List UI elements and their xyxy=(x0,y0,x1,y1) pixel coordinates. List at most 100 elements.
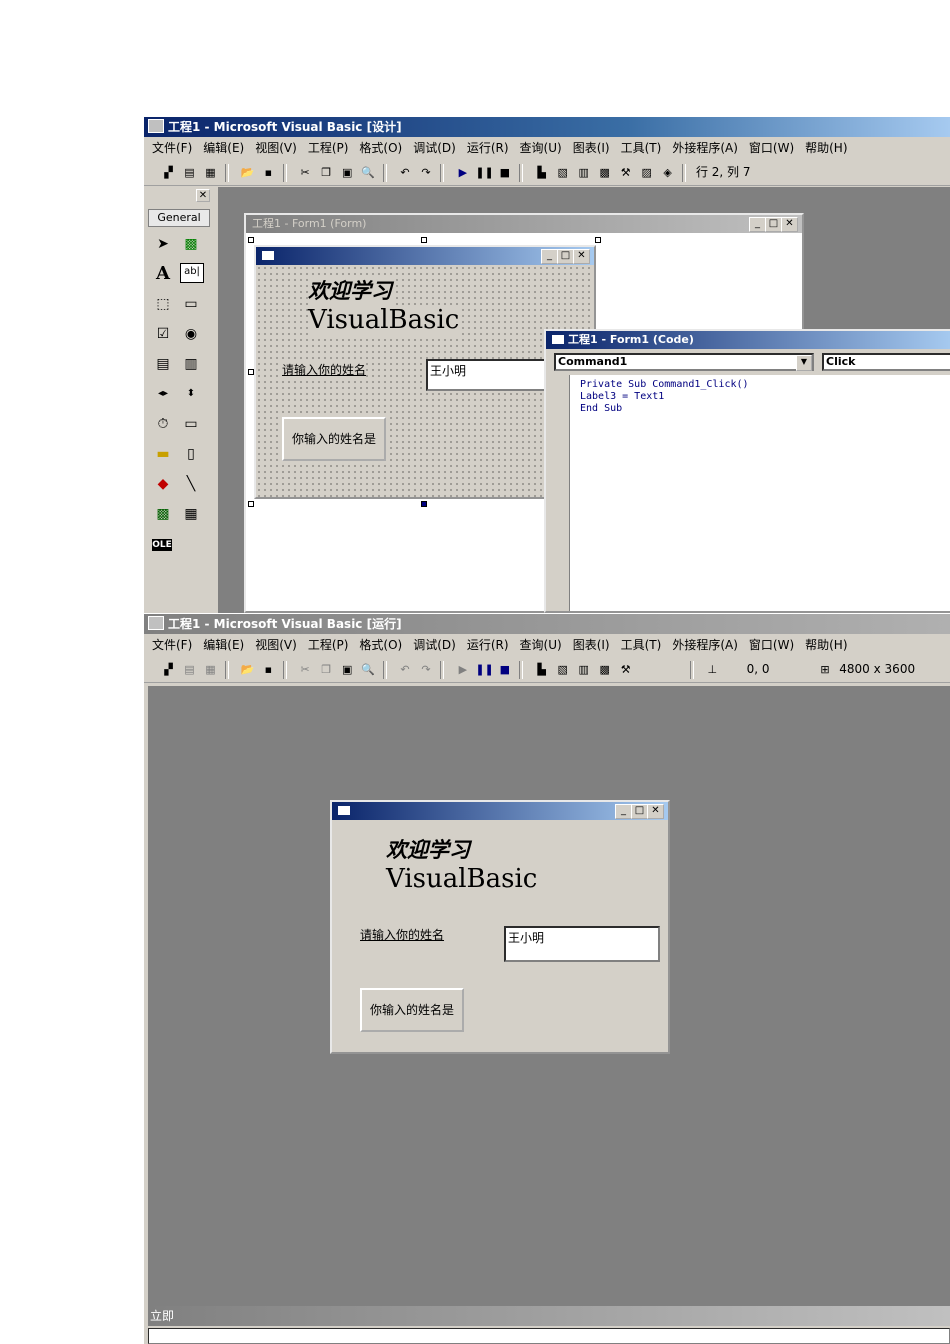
menu-tools[interactable]: 工具(T) xyxy=(621,141,662,155)
menu-format[interactable]: 格式(O) xyxy=(359,638,402,652)
object-browser-icon[interactable]: ▩ xyxy=(596,662,613,678)
menu-format[interactable]: 格式(O) xyxy=(359,141,402,155)
add-form-icon[interactable]: ▤ xyxy=(181,165,198,181)
open-icon[interactable]: 📂 xyxy=(239,165,256,181)
visual-component-icon[interactable]: ◈ xyxy=(659,165,676,181)
combobox-icon[interactable]: ▤ xyxy=(152,353,174,375)
menu-diagram[interactable]: 图表(I) xyxy=(573,638,610,652)
maximize-icon[interactable]: □ xyxy=(557,249,574,264)
toolbox-icon[interactable]: ⚒ xyxy=(617,662,634,678)
listbox-icon[interactable]: ▥ xyxy=(180,353,202,375)
code-window-caption[interactable]: 工程1 - Form1 (Code) xyxy=(546,331,950,349)
maximize-icon[interactable]: □ xyxy=(631,804,648,819)
code-editor[interactable]: Private Sub Command1_Click() Label3 = Te… xyxy=(570,375,950,611)
menu-editor-icon[interactable]: ▦ xyxy=(202,662,219,678)
dirlistbox-icon[interactable]: ▬ xyxy=(152,443,174,465)
vscrollbar-icon[interactable]: ⬍ xyxy=(180,383,202,405)
design-title-bar[interactable]: 工程1 - Microsoft Visual Basic [设计] xyxy=(144,117,950,137)
open-icon[interactable]: 📂 xyxy=(239,662,256,678)
menu-project[interactable]: 工程(P) xyxy=(308,141,349,155)
break-icon[interactable]: ❚❚ xyxy=(475,662,493,678)
toolbox-close-icon[interactable]: ✕ xyxy=(196,189,210,202)
resize-handle[interactable] xyxy=(421,237,427,243)
menu-run[interactable]: 运行(R) xyxy=(467,141,509,155)
maximize-icon[interactable]: □ xyxy=(765,217,782,232)
procedure-combo[interactable]: Click xyxy=(822,353,950,371)
resize-handle[interactable] xyxy=(248,237,254,243)
menu-query[interactable]: 查询(U) xyxy=(520,141,562,155)
line-icon[interactable]: ╲ xyxy=(180,473,202,495)
toolbox-tab-general[interactable]: General xyxy=(148,209,210,227)
minimize-icon[interactable]: _ xyxy=(541,249,558,264)
timer-icon[interactable]: ⏱ xyxy=(152,413,174,435)
object-combo[interactable]: Command1 ▼ xyxy=(554,353,814,371)
redo-icon[interactable]: ↷ xyxy=(417,165,434,181)
show-name-button[interactable]: 你输入的姓名是 xyxy=(282,417,386,461)
form-layout-icon[interactable]: ▥ xyxy=(575,165,592,181)
paste-icon[interactable]: ▣ xyxy=(339,165,356,181)
menu-query[interactable]: 查询(U) xyxy=(520,638,562,652)
menu-addins[interactable]: 外接程序(A) xyxy=(672,638,738,652)
picturebox-icon[interactable]: ▩ xyxy=(180,233,202,255)
start-icon[interactable]: ▶ xyxy=(454,662,471,678)
minimize-icon[interactable]: _ xyxy=(615,804,632,819)
menu-window[interactable]: 窗口(W) xyxy=(749,638,794,652)
textbox-icon[interactable]: ab| xyxy=(180,263,204,283)
menu-run[interactable]: 运行(R) xyxy=(467,638,509,652)
shape-icon[interactable]: ◆ xyxy=(152,473,174,495)
ole-icon[interactable]: OLE xyxy=(152,539,172,551)
menu-edit[interactable]: 编辑(E) xyxy=(203,141,244,155)
frame-icon[interactable]: ⬚ xyxy=(152,293,174,315)
menu-file[interactable]: 文件(F) xyxy=(152,141,192,155)
show-name-button[interactable]: 你输入的姓名是 xyxy=(360,988,464,1032)
prompt-label[interactable]: 请输入你的姓名 xyxy=(282,361,367,378)
add-project-icon[interactable]: ▞ xyxy=(160,165,177,181)
name-textbox[interactable]: 王小明 xyxy=(504,926,660,962)
menu-project[interactable]: 工程(P) xyxy=(308,638,349,652)
immediate-window-bar[interactable]: 立即 xyxy=(148,1306,950,1326)
close-icon[interactable]: ✕ xyxy=(573,249,590,264)
toolbox-icon[interactable]: ⚒ xyxy=(617,165,634,181)
paste-icon[interactable]: ▣ xyxy=(339,662,356,678)
menu-diagram[interactable]: 图表(I) xyxy=(573,141,610,155)
save-icon[interactable]: ▪ xyxy=(260,662,277,678)
menu-tools[interactable]: 工具(T) xyxy=(621,638,662,652)
find-icon[interactable]: 🔍 xyxy=(360,662,377,678)
undo-icon[interactable]: ↶ xyxy=(396,165,413,181)
start-icon[interactable]: ▶ xyxy=(454,165,471,181)
drivelistbox-icon[interactable]: ▭ xyxy=(180,413,202,435)
data-view-icon[interactable]: ▨ xyxy=(638,165,655,181)
project-explorer-icon[interactable]: ▙ xyxy=(533,165,550,181)
welcome-label[interactable]: 欢迎学习 xyxy=(308,275,392,305)
properties-icon[interactable]: ▧ xyxy=(554,165,571,181)
redo-icon[interactable]: ↷ xyxy=(417,662,434,678)
commandbutton-icon[interactable]: ▭ xyxy=(180,293,202,315)
close-icon[interactable]: ✕ xyxy=(647,804,664,819)
image-icon[interactable]: ▩ xyxy=(152,503,174,525)
close-icon[interactable]: ✕ xyxy=(781,217,798,232)
form-layout-icon[interactable]: ▥ xyxy=(575,662,592,678)
resize-handle[interactable] xyxy=(248,501,254,507)
object-browser-icon[interactable]: ▩ xyxy=(596,165,613,181)
run-title-bar[interactable]: 工程1 - Microsoft Visual Basic [运行] xyxy=(144,614,950,634)
menu-help[interactable]: 帮助(H) xyxy=(805,638,847,652)
hscrollbar-icon[interactable]: ◂▸ xyxy=(152,383,174,405)
resize-handle[interactable] xyxy=(248,369,254,375)
menu-editor-icon[interactable]: ▦ xyxy=(202,165,219,181)
chevron-down-icon[interactable]: ▼ xyxy=(796,355,812,371)
menu-view[interactable]: 视图(V) xyxy=(255,141,297,155)
end-icon[interactable]: ■ xyxy=(496,165,513,181)
menu-window[interactable]: 窗口(W) xyxy=(749,141,794,155)
break-icon[interactable]: ❚❚ xyxy=(475,165,493,181)
menu-file[interactable]: 文件(F) xyxy=(152,638,192,652)
resize-handle[interactable] xyxy=(595,237,601,243)
project-explorer-icon[interactable]: ▙ xyxy=(533,662,550,678)
menu-addins[interactable]: 外接程序(A) xyxy=(672,141,738,155)
visualbasic-label[interactable]: VisualBasic xyxy=(308,305,460,335)
add-form-icon[interactable]: ▤ xyxy=(181,662,198,678)
add-project-icon[interactable]: ▞ xyxy=(160,662,177,678)
properties-icon[interactable]: ▧ xyxy=(554,662,571,678)
menu-help[interactable]: 帮助(H) xyxy=(805,141,847,155)
copy-icon[interactable]: ❐ xyxy=(318,165,335,181)
menu-debug[interactable]: 调试(D) xyxy=(413,141,456,155)
